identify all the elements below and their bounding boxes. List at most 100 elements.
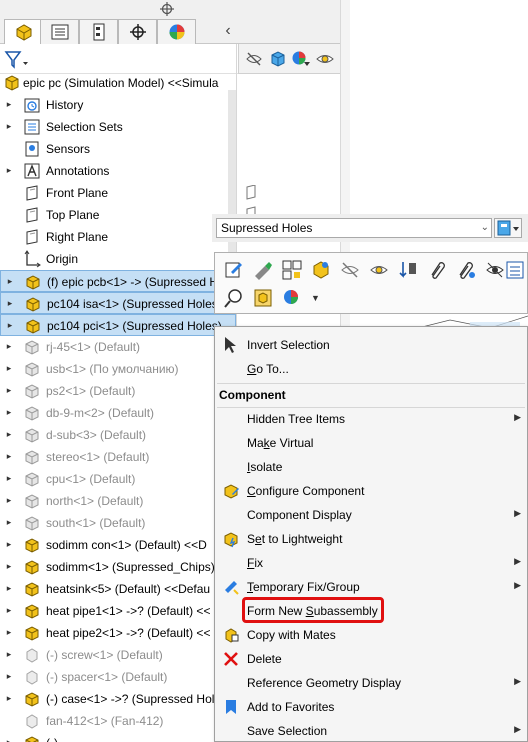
menu-item-fix[interactable]: Fix ▶ — [215, 551, 527, 575]
expand-arrow-icon[interactable]: ▸ — [5, 99, 13, 110]
mate-icon[interactable] — [426, 259, 448, 281]
tree-item[interactable]: ▸ sodimm con<1> (Default) <<D — [0, 534, 236, 556]
component-properties-icon[interactable] — [310, 259, 332, 281]
transparency-icon[interactable] — [315, 50, 335, 68]
open-part-icon[interactable] — [252, 259, 274, 281]
expand-arrow-icon[interactable]: ▸ — [5, 473, 13, 484]
tree-item[interactable]: Front Plane — [0, 182, 236, 204]
tree-item[interactable]: ▸ pc104 pci<1> (Supressed Holes) — [0, 314, 236, 336]
tree-item[interactable]: fan-412<1> (Fan-412) — [0, 710, 236, 732]
expand-arrow-icon[interactable]: ▸ — [5, 495, 13, 506]
expand-arrow-icon[interactable]: ▸ — [5, 737, 13, 742]
menu-item-temporary-fix-group[interactable]: Temporary Fix/Group ▶ — [215, 575, 527, 599]
list-view-icon[interactable] — [505, 259, 525, 281]
tree-item[interactable]: Right Plane — [0, 226, 236, 248]
filter-icon[interactable] — [4, 50, 30, 70]
tab-configurationmanager[interactable] — [79, 19, 118, 44]
toolbar-more-dropdown-icon[interactable]: ▼ — [311, 293, 320, 303]
expand-arrow-icon[interactable]: ▸ — [6, 298, 14, 309]
show-component-icon[interactable] — [368, 259, 390, 281]
expand-arrow-icon[interactable]: ▸ — [5, 121, 13, 132]
tab-propertymanager[interactable] — [40, 19, 79, 44]
expand-arrow-icon[interactable]: ▸ — [5, 363, 13, 374]
menu-item-make-virtual[interactable]: Make Virtual — [215, 431, 527, 455]
tree-item[interactable]: ▸ History — [0, 94, 236, 116]
expand-arrow-icon[interactable]: ▸ — [5, 649, 13, 660]
zoom-to-selection-icon[interactable] — [223, 287, 245, 309]
tree-item[interactable]: ▸ heat pipe2<1> ->? (Default) << — [0, 622, 236, 644]
hide-components-icon[interactable] — [245, 50, 263, 68]
collapse-panel-icon[interactable]: ‹ — [220, 22, 236, 40]
expand-arrow-icon[interactable]: ▸ — [5, 671, 13, 682]
tree-item[interactable]: ▸ ps2<1> (Default) — [0, 380, 236, 402]
tree-item[interactable]: ▸ Annotations — [0, 160, 236, 182]
expand-arrow-icon[interactable]: ▸ — [5, 583, 13, 594]
expand-arrow-icon[interactable]: ▸ — [5, 341, 13, 352]
expand-arrow-icon[interactable]: ▸ — [5, 429, 13, 440]
panel-drag-handle-icon[interactable] — [160, 2, 174, 16]
menu-item-delete[interactable]: Delete — [215, 647, 527, 671]
tree-item[interactable]: ▸ heat pipe1<1> ->? (Default) << — [0, 600, 236, 622]
tree-item[interactable]: ▸ (-) spacer<1> (Default) — [0, 666, 236, 688]
qr-selection-icon[interactable] — [281, 259, 303, 281]
tree-item[interactable]: ▸ heatsink<5> (Default) <<Defau — [0, 578, 236, 600]
tree-item[interactable]: Top Plane — [0, 204, 236, 226]
menu-item-go-to[interactable]: Go To... — [215, 357, 527, 381]
tree-item[interactable]: ▸ south<1> (Default) — [0, 512, 236, 534]
tree-item[interactable]: ▸ d-sub<3> (Default) — [0, 424, 236, 446]
expand-arrow-icon[interactable]: ▸ — [5, 407, 13, 418]
tab-displaymanager[interactable] — [157, 19, 196, 44]
tree-item[interactable]: ▸ rj-45<1> (Default) — [0, 336, 236, 358]
tree-item[interactable]: Sensors — [0, 138, 236, 160]
tree-item[interactable]: ▸ usb<1> (По умолчанию) — [0, 358, 236, 380]
tree-item[interactable]: ▸ stereo<1> (Default) — [0, 446, 236, 468]
expand-arrow-icon[interactable]: ▸ — [5, 561, 13, 572]
edit-component-icon[interactable] — [223, 259, 245, 281]
tree-item[interactable]: ▸ Selection Sets — [0, 116, 236, 138]
expand-arrow-icon[interactable]: ▸ — [5, 693, 13, 704]
tree-root-item[interactable]: epic pc (Simulation Model) <<Simula — [0, 72, 236, 94]
appearance-palette-icon[interactable] — [291, 50, 311, 68]
tab-featuremanager[interactable] — [4, 19, 43, 44]
tab-dimxpert[interactable] — [118, 19, 157, 44]
expand-arrow-icon[interactable]: ▸ — [5, 385, 13, 396]
expand-arrow-icon[interactable]: ▸ — [5, 517, 13, 528]
tree-item[interactable]: ▸ (-) screw<1> (Default) — [0, 644, 236, 666]
expand-arrow-icon[interactable]: ▸ — [5, 539, 13, 550]
tree-item[interactable]: ▸ sodimm<1> (Supressed_Chips) — [0, 556, 236, 578]
menu-item-invert-selection[interactable]: Invert Selection — [215, 333, 527, 357]
appearance-icon[interactable] — [281, 287, 303, 309]
expand-arrow-icon[interactable]: ▸ — [5, 605, 13, 616]
tree-item[interactable]: ▸ pc104 isa<1> (Supressed Holes) — [0, 292, 236, 314]
smart-mate-icon[interactable] — [455, 259, 477, 281]
expand-arrow-icon[interactable]: ▸ — [6, 276, 14, 287]
menu-item-configure-component[interactable]: Configure Component — [215, 479, 527, 503]
tree-item[interactable]: ▸ north<1> (Default) — [0, 490, 236, 512]
tree-item[interactable]: Origin — [0, 248, 236, 270]
chevron-down-icon[interactable]: ⌄ — [481, 219, 489, 237]
tree-item[interactable]: ▸ (-) ... — [0, 732, 236, 742]
expand-arrow-icon[interactable]: ▸ — [6, 320, 14, 331]
expand-arrow-icon[interactable]: ▸ — [5, 627, 13, 638]
tree-item[interactable]: ▸ cpu<1> (Default) — [0, 468, 236, 490]
hide-component-icon[interactable] — [339, 259, 361, 281]
configuration-select[interactable]: Supressed Holes ⌄ — [216, 218, 492, 238]
assembly-properties-icon[interactable] — [252, 287, 274, 309]
configuration-options-button[interactable] — [494, 218, 522, 238]
menu-item-set-to-lightweight[interactable]: Set to Lightweight — [215, 527, 527, 551]
tree-item[interactable]: ▸ (f) epic pcb<1> -> (Supressed H — [0, 270, 236, 292]
isolate-view-icon[interactable] — [484, 259, 506, 281]
menu-item-copy-with-mates[interactable]: Copy with Mates — [215, 623, 527, 647]
menu-item-save-selection[interactable]: Save Selection ▶ — [215, 719, 527, 742]
menu-item-add-to-favorites[interactable]: Add to Favorites — [215, 695, 527, 719]
tree-item[interactable]: ▸ (-) case<1> ->? (Supressed Hole — [0, 688, 236, 710]
expand-arrow-icon[interactable]: ▸ — [5, 165, 13, 176]
menu-item-component-display[interactable]: Component Display ▶ — [215, 503, 527, 527]
tree-item[interactable]: ▸ db-9-m<2> (Default) — [0, 402, 236, 424]
menu-item-hidden-tree-items[interactable]: Hidden Tree Items ▶ — [215, 407, 527, 431]
menu-item-reference-geometry-display[interactable]: Reference Geometry Display ▶ — [215, 671, 527, 695]
expand-arrow-icon[interactable]: ▸ — [5, 451, 13, 462]
move-component-icon[interactable] — [397, 259, 419, 281]
menu-item-isolate[interactable]: Isolate — [215, 455, 527, 479]
appearance-cube-icon[interactable] — [269, 50, 287, 68]
